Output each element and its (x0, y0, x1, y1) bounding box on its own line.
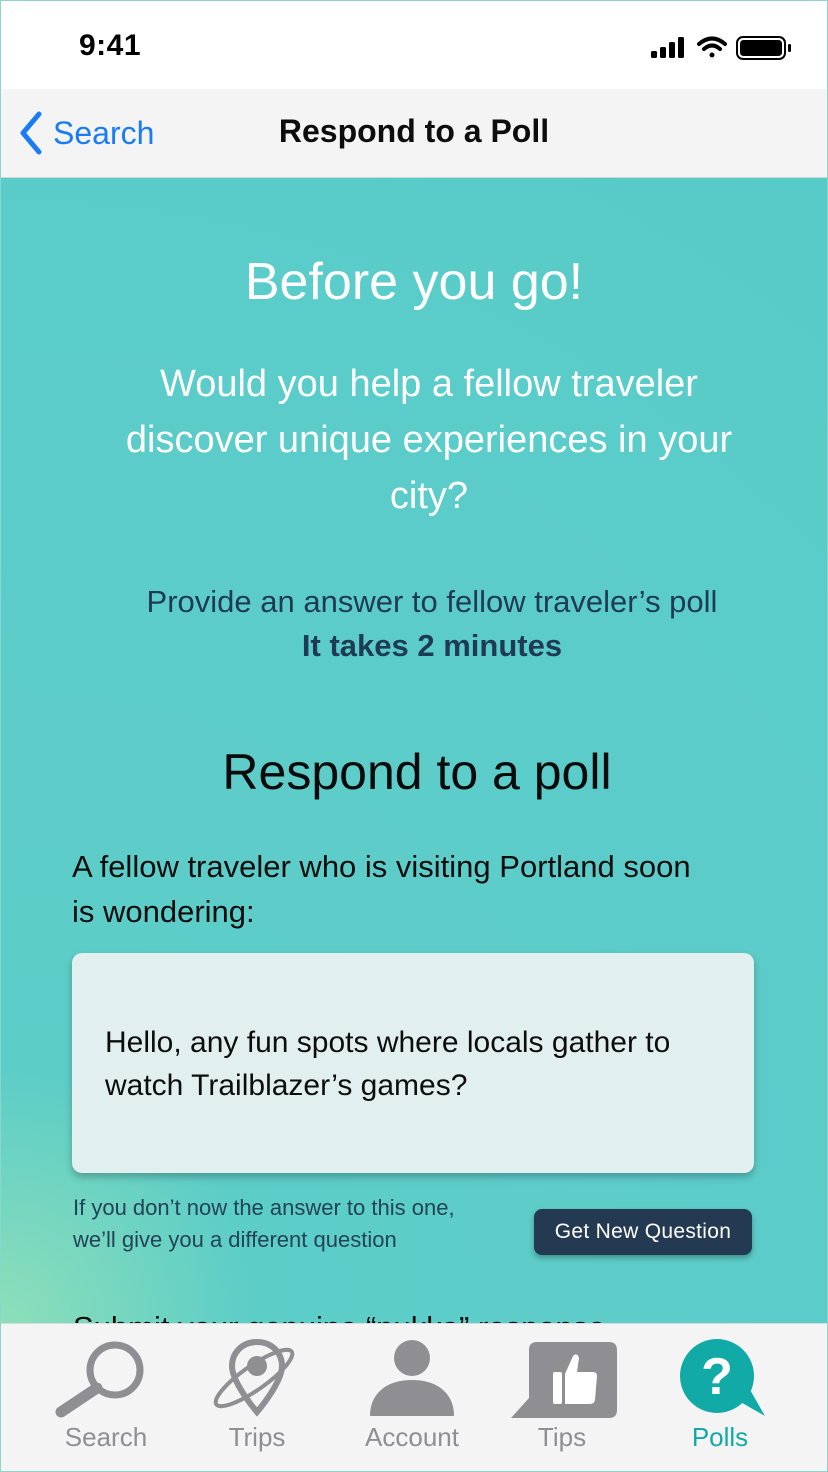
tab-label: Trips (228, 1422, 286, 1452)
get-new-question-button[interactable]: Get New Question (534, 1209, 752, 1255)
page-title: Respond to a Poll (278, 113, 550, 149)
main-content[interactable]: Before you go! Would you help a fellow t… (1, 178, 827, 1323)
prompt-text: Provide an answer to fellow traveler’s p… (146, 584, 718, 619)
tab-account[interactable]: Account (337, 1324, 487, 1471)
thumbs-up-icon (511, 1342, 617, 1418)
time-estimate: It takes 2 minutes (301, 628, 563, 663)
section-title: Respond to a poll (222, 744, 612, 800)
tab-bar: Search Trips Account Tips ? Polls (1, 1323, 827, 1471)
tab-trips[interactable]: Trips (182, 1324, 332, 1471)
navigation-bar: Search Respond to a Poll (1, 89, 827, 178)
tab-polls[interactable]: ? Polls (645, 1324, 795, 1471)
signal-icon (651, 37, 684, 58)
status-bar: 9:41 (1, 1, 827, 89)
tab-tips[interactable]: Tips (487, 1324, 637, 1471)
search-icon (55, 1341, 144, 1418)
status-icons (651, 36, 791, 60)
svg-text:?: ? (701, 1348, 733, 1406)
skip-note: If you don’t now the answer to this one,… (73, 1192, 543, 1256)
subhead: Would you help a fellow traveler discove… (125, 363, 733, 517)
poll-question: Hello, any fun spots where locals gather… (105, 1026, 671, 1102)
tab-label: Tips (537, 1422, 587, 1452)
submit-response-label: Submit your genuine “pukka” response (73, 1310, 773, 1323)
question-bubble-icon: ? (680, 1339, 765, 1416)
skip-note-line-2: we’ll give you a different question (73, 1227, 397, 1252)
tab-search[interactable]: Search (31, 1324, 181, 1471)
poll-intro: A fellow traveler who is visiting Portla… (72, 849, 691, 929)
app-screen: 9:41 Search Respond to a Poll Before you… (0, 0, 828, 1472)
wifi-icon (697, 36, 727, 58)
question-card: Hello, any fun spots where locals gather… (72, 953, 754, 1173)
tab-label: Search (64, 1422, 148, 1452)
planet-pin-icon (213, 1338, 295, 1417)
tab-label: Polls (691, 1422, 749, 1452)
status-time: 9:41 (79, 29, 142, 62)
tab-label: Account (365, 1422, 459, 1452)
battery-icon (736, 36, 791, 60)
headline: Before you go! (244, 253, 584, 311)
skip-note-line-1: If you don’t now the answer to this one, (73, 1195, 455, 1220)
person-icon (370, 1340, 454, 1416)
